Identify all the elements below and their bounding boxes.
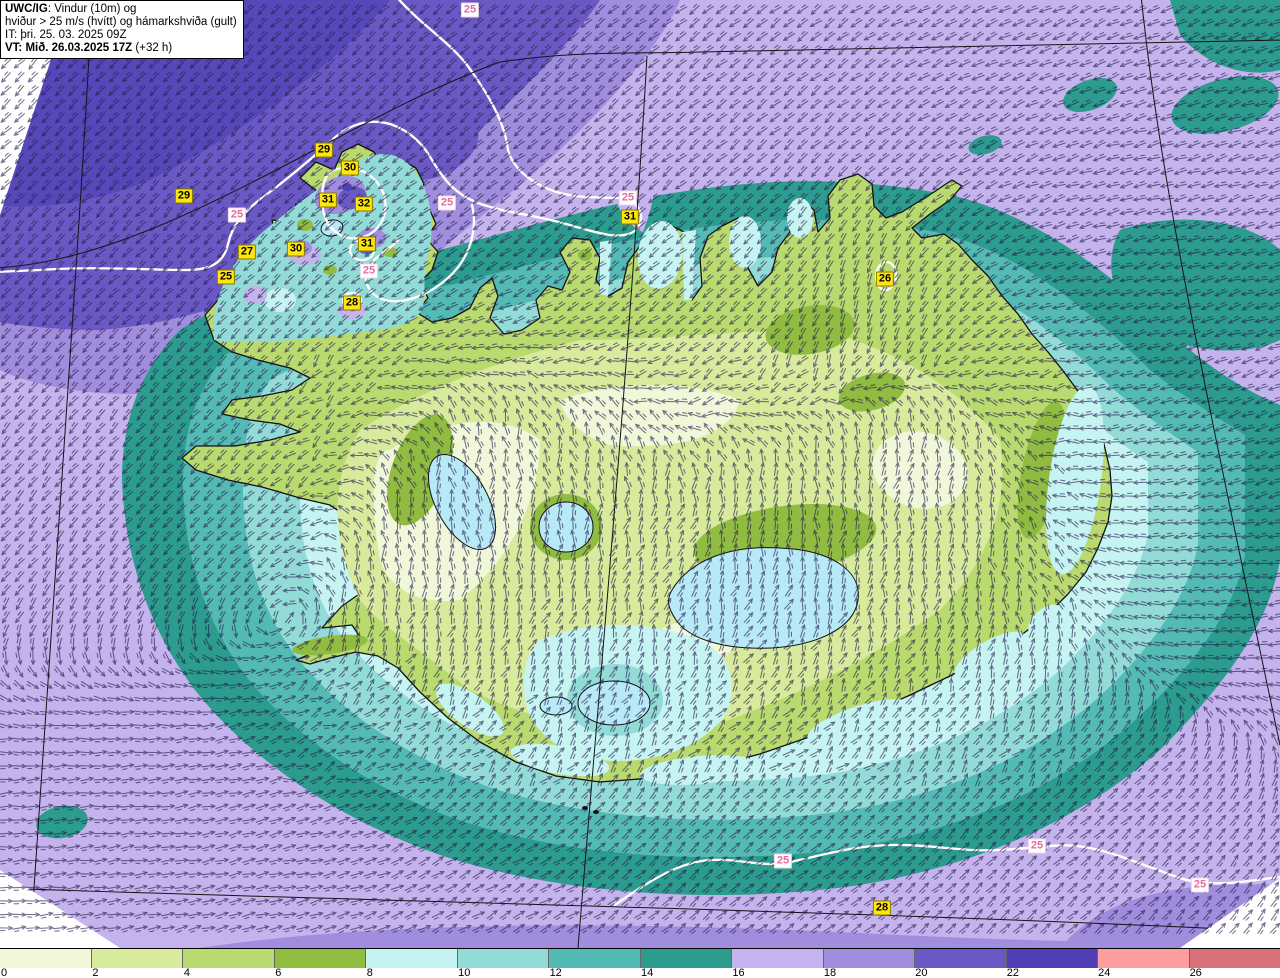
colorbar-tick-14: 14 (641, 967, 654, 978)
colorbar-block-10 (457, 949, 549, 968)
colorbar-block-16 (732, 949, 824, 968)
gust-contour-25-label: 25 (227, 207, 247, 223)
title-line-3: IT: þri. 25. 03. 2025 09Z (5, 29, 127, 41)
colorbar-tick-8: 8 (366, 967, 373, 978)
colorbar-block-8 (366, 949, 458, 968)
colorbar-blocks (0, 948, 1280, 968)
colorbar-tick-10: 10 (458, 967, 471, 978)
colorbar-tick-18: 18 (823, 967, 837, 978)
colorbar-tick-4: 4 (183, 967, 190, 978)
colorbar-block-24 (1098, 949, 1190, 968)
colorbar-tick-26: 26 (1189, 967, 1202, 978)
colorbar-tick-16: 16 (732, 967, 745, 978)
max-gust-value-label: 30 (286, 241, 306, 257)
map-title-box: UWC/IG: Vindur (10m) og hviður > 25 m/s … (0, 0, 244, 59)
colorbar-block-6 (274, 949, 366, 968)
max-gust-value-label: 28 (342, 295, 362, 311)
colorbar-tick-24: 24 (1098, 967, 1111, 978)
colorbar-block-4 (183, 949, 275, 968)
max-gust-value-label: 26 (875, 271, 895, 287)
colorbar-tick-20: 20 (915, 967, 928, 978)
colorbar-block-14 (640, 949, 732, 968)
max-gust-value-label: 28 (872, 900, 892, 916)
colorbar-block-2 (91, 949, 183, 968)
title-line-2: hviður > 25 m/s (hvítt) og hámarkshviða … (5, 16, 237, 28)
title-line-4: VT: Mið. 26.03.2025 17Z (+32 h) (5, 42, 173, 54)
colorbar-tick-22: 22 (1006, 967, 1019, 978)
wind-speed-colorbar: 0 2 4 6 8 10 12 14 16 18 20 22 24 26 (0, 948, 1280, 978)
max-gust-value-label: 32 (354, 196, 374, 212)
weather-map-page: UWC/IG: Vindur (10m) og hviður > 25 m/s … (0, 0, 1280, 978)
colorbar-tick-12: 12 (549, 967, 562, 978)
colorbar-block-22 (1006, 949, 1098, 968)
colorbar-block-12 (549, 949, 641, 968)
max-gust-value-label: 31 (357, 236, 377, 252)
colorbar-block-20 (915, 949, 1007, 968)
max-gust-value-label: 31 (318, 192, 338, 208)
colorbar-block-0 (0, 949, 92, 968)
colorbar-tick-6: 6 (275, 967, 282, 978)
gust-contour-25-label: 25 (437, 195, 457, 211)
max-gust-value-label: 27 (237, 244, 257, 260)
colorbar-tick-0: 0 (1, 967, 8, 978)
colorbar-tick-2: 2 (92, 967, 99, 978)
colorbar-block-18 (823, 949, 915, 968)
max-gust-value-label: 31 (620, 209, 640, 225)
max-gust-value-label: 29 (174, 188, 194, 204)
title-line-1: UWC/IG: Vindur (10m) og (5, 3, 137, 15)
colorbar-tick-labels: 0 2 4 6 8 10 12 14 16 18 20 22 24 26 (0, 967, 1280, 978)
gust-contour-25-label: 25 (773, 853, 793, 869)
gust-contour-25-label: 25 (1027, 838, 1047, 854)
gust-contour-25-label: 25 (618, 190, 638, 206)
max-gust-value-label: 25 (216, 269, 236, 285)
gust-contour-25-label: 25 (359, 263, 379, 279)
max-gust-value-label: 29 (314, 142, 334, 158)
gust-contour-25-label: 25 (1190, 877, 1210, 893)
wind-gust-map (0, 0, 1280, 948)
colorbar-block-26 (1189, 949, 1280, 968)
max-gust-value-label: 30 (340, 160, 360, 176)
gust-contour-25-label: 25 (460, 2, 480, 18)
